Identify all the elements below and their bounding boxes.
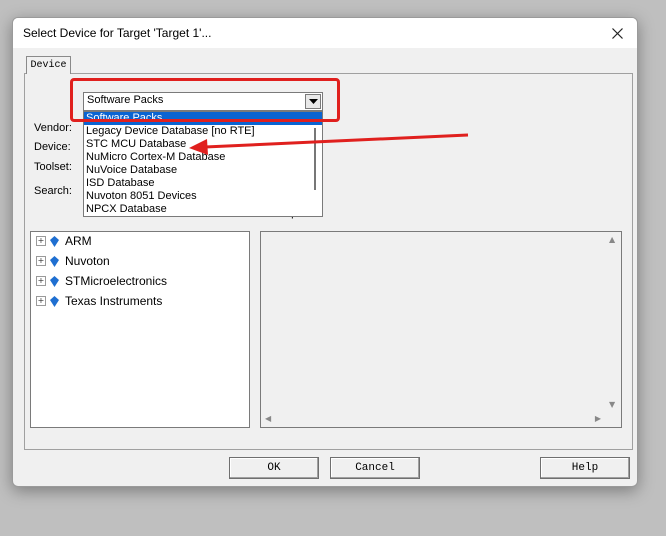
select-device-dialog: Select Device for Target 'Target 1'... D…: [12, 17, 638, 487]
annotation-arrow-icon: [189, 133, 469, 155]
